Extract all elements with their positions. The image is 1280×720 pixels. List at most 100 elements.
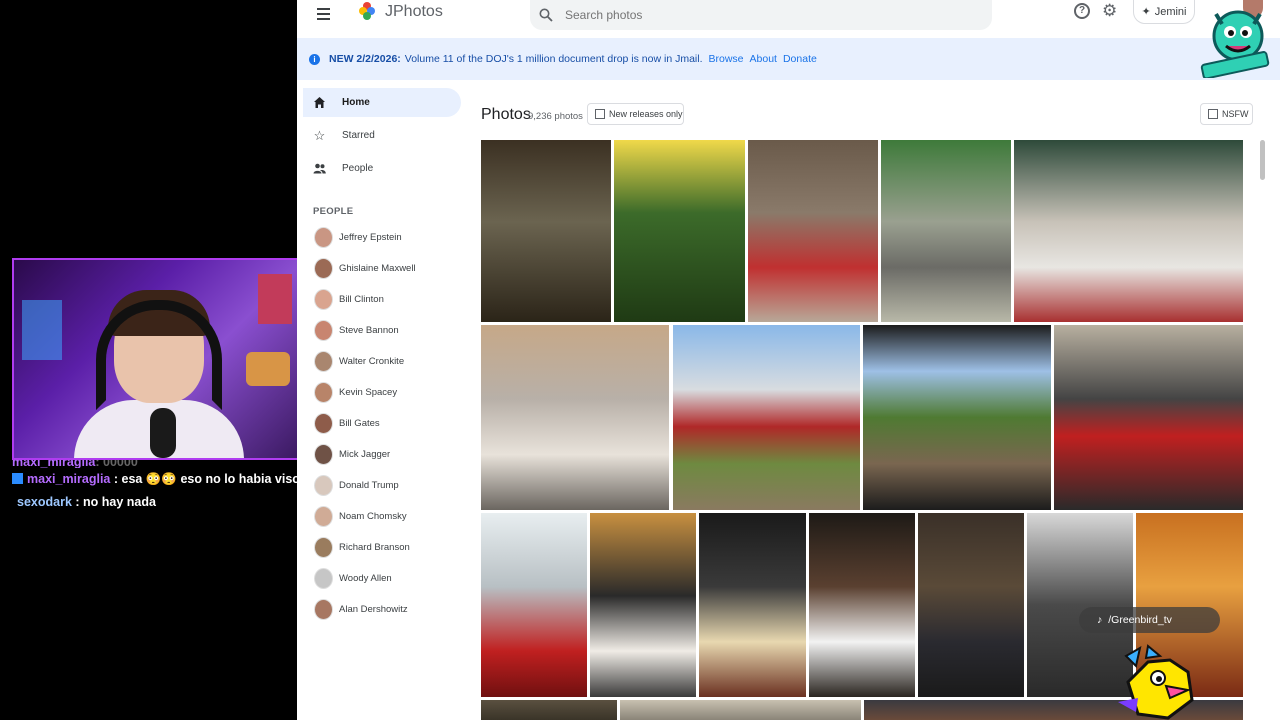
photo-thumbnail[interactable] [620,700,861,720]
photo-thumbnail[interactable] [481,140,611,322]
checkbox-icon [595,109,605,119]
background-poster [258,274,292,324]
photo-thumbnail[interactable] [699,513,806,697]
photo-thumbnail[interactable] [481,700,617,720]
sidebar-item-label: Home [342,97,370,108]
sidebar-person-item[interactable]: Noam Chomsky [314,505,407,527]
menu-icon[interactable] [314,5,334,25]
streamer [74,290,244,458]
sidebar-person-item[interactable]: Jeffrey Epstein [314,226,402,248]
person-name: Ghislaine Maxwell [339,262,416,274]
tiktok-handle: /Greenbird_tv [1108,614,1172,626]
scrollbar[interactable] [1260,140,1265,180]
person-avatar [314,288,333,310]
person-avatar [314,350,333,372]
sidebar-person-item[interactable]: Richard Branson [314,536,410,558]
star-icon: ☆ [313,128,326,143]
sidebar-person-item[interactable]: Woody Allen [314,567,392,589]
person-avatar [314,319,333,341]
person-avatar [314,257,333,279]
banner-prefix: NEW 2/2/2026: [329,53,401,65]
photo-thumbnail[interactable] [809,513,915,697]
sidebar-person-item[interactable]: Bill Clinton [314,288,384,310]
microphone-icon [150,408,176,458]
tiktok-icon: ♪ [1097,614,1103,626]
chat-badge-icon [12,473,23,484]
background-dog-picture [246,352,290,386]
person-name: Kevin Spacey [339,386,398,398]
sidebar-item-home[interactable]: Home [303,88,461,117]
photo-thumbnail[interactable] [590,513,696,697]
app-logo[interactable]: JPhotos [359,0,443,24]
sidebar-person-item[interactable]: Alan Dershowitz [314,598,408,620]
app-title: JPhotos [385,3,443,20]
sidebar-item-people[interactable]: People [303,154,461,183]
search-bar[interactable] [530,0,992,30]
photo-count: 9,236 photos [528,111,583,122]
screen: maxi_miraglia: 00000 maxi_miraglia : esa… [0,0,1280,720]
sidebar-person-item[interactable]: Donald Trump [314,474,399,496]
sidebar-item-label: People [342,163,374,174]
top-bar: JPhotos ? ⚙ ✦ Jemini [297,0,1280,34]
person-avatar [314,598,333,620]
person-avatar [314,505,333,527]
background-monitor [22,300,62,360]
sidebar-person-item[interactable]: Steve Bannon [314,319,399,341]
sidebar-person-item[interactable]: Walter Cronkite [314,350,404,372]
photo-thumbnail[interactable] [614,140,745,322]
sidebar-item-label: Starred [342,130,375,141]
pinwheel-logo-icon [359,2,375,22]
photo-thumbnail[interactable] [1014,140,1243,322]
person-name: Bill Clinton [339,293,384,305]
person-name: Alan Dershowitz [339,603,408,615]
person-name: Jeffrey Epstein [339,231,402,243]
chat-message: maxi_miraglia: 00000 [12,460,138,468]
sidebar-person-item[interactable]: Kevin Spacey [314,381,397,403]
person-avatar [314,443,333,465]
new-releases-toggle[interactable]: New releases only [587,103,684,125]
assistant-label: Jemini [1154,5,1187,18]
person-avatar [314,536,333,558]
sidebar-person-item[interactable]: Bill Gates [314,412,380,434]
person-avatar [314,567,333,589]
person-avatar [314,226,333,248]
help-icon[interactable]: ? [1074,3,1090,19]
sidebar-person-item[interactable]: Mick Jagger [314,443,390,465]
browse-link[interactable]: Browse [709,53,744,65]
photo-thumbnail[interactable] [481,325,669,510]
people-heading: PEOPLE [313,206,354,217]
person-name: Donald Trump [339,479,399,491]
sidebar: Home ☆ Starred People PEOPLE Jeffrey Eps… [297,80,467,720]
person-name: Noam Chomsky [339,510,407,522]
photo-thumbnail[interactable] [748,140,878,322]
home-icon [314,97,325,108]
sidebar-person-item[interactable]: Ghislaine Maxwell [314,257,416,279]
stream-chat: maxi_miraglia: 00000 maxi_miraglia : esa… [12,460,300,514]
person-avatar [314,474,333,496]
sidebar-item-starred[interactable]: ☆ Starred [303,121,461,150]
photo-thumbnail[interactable] [863,325,1051,510]
photo-thumbnail[interactable] [673,325,860,510]
assistant-button[interactable]: ✦ Jemini [1133,0,1195,24]
tiktok-handle-overlay: ♪ /Greenbird_tv [1079,607,1220,633]
person-name: Richard Branson [339,541,410,553]
about-link[interactable]: About [750,53,777,65]
search-input[interactable] [565,8,945,22]
stream-mascot-logo [1200,10,1270,78]
checkbox-icon [1208,109,1218,119]
nsfw-toggle[interactable]: NSFW [1200,103,1253,125]
photo-thumbnail[interactable] [481,513,587,697]
toggle-label: NSFW [1222,109,1249,119]
search-icon [539,8,553,22]
page-title: Photos [481,106,531,123]
person-name: Walter Cronkite [339,355,405,367]
photo-thumbnail[interactable] [918,513,1024,697]
chat-message: maxi_miraglia : esa 😳😳 eso no lo habia v… [12,468,300,491]
donate-link[interactable]: Donate [783,53,817,65]
banner-message: Volume 11 of the DOJ's 1 million documen… [404,53,703,65]
photo-thumbnail[interactable] [881,140,1011,322]
sparkle-icon: ✦ [1141,6,1151,18]
photo-thumbnail[interactable] [1054,325,1243,510]
toggle-label: New releases only [609,109,683,119]
gear-icon[interactable]: ⚙ [1102,2,1117,20]
